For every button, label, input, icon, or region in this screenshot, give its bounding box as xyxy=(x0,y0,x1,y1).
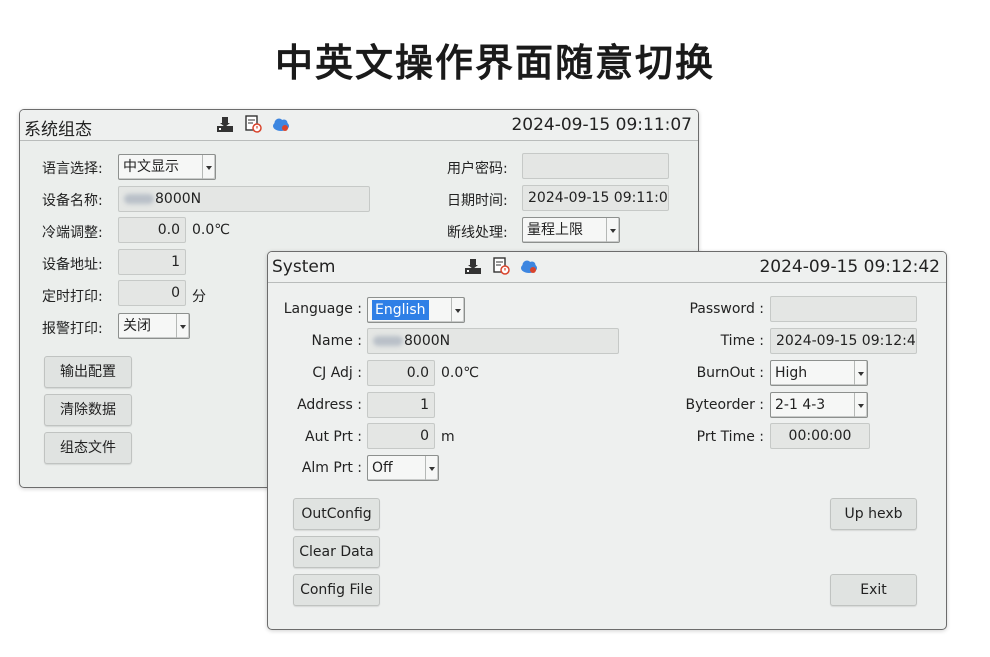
byteorder-label: Byteorder : xyxy=(685,397,765,413)
out-config-button[interactable]: OutConfig xyxy=(293,498,380,530)
redacted-blur xyxy=(373,336,403,346)
prt-time-field[interactable]: 00:00:00 xyxy=(770,423,870,449)
language-select[interactable]: English xyxy=(367,297,465,323)
timer-print-unit: 分 xyxy=(192,289,206,305)
alarm-print-label: 报警打印: xyxy=(42,321,103,337)
timer-print-label: 定时打印: xyxy=(42,289,103,305)
window-title: System xyxy=(272,257,336,277)
time-label: Time : xyxy=(720,333,764,349)
status-icons xyxy=(215,115,294,135)
config-file-button[interactable]: 组态文件 xyxy=(44,432,132,464)
status-icons xyxy=(463,257,542,277)
aut-prt-field[interactable]: 0 xyxy=(367,423,435,449)
burnout-label: BurnOut : xyxy=(696,365,764,381)
chevron-down-icon xyxy=(202,155,215,179)
language-label: Language : xyxy=(283,301,362,317)
alm-prt-select[interactable]: Off xyxy=(367,455,439,481)
cloud-icon xyxy=(273,118,290,131)
time-field[interactable]: 2024-09-15 09:12:42 xyxy=(770,328,917,354)
clear-data-button[interactable]: 清除数据 xyxy=(44,394,132,426)
cloud-icon xyxy=(521,260,538,273)
timer-print-field[interactable]: 0 xyxy=(118,280,186,306)
burnout-label: 断线处理: xyxy=(447,225,508,241)
address-field[interactable]: 1 xyxy=(118,249,186,275)
device-name-field[interactable]: 8000N xyxy=(118,186,370,212)
cj-adjust-field[interactable]: 0.0 xyxy=(367,360,435,386)
alarm-print-select[interactable]: 关闭 xyxy=(118,313,190,339)
alm-prt-label: Alm Prt : xyxy=(301,460,362,476)
address-label: Address : xyxy=(297,397,362,413)
address-field[interactable]: 1 xyxy=(367,392,435,418)
prt-time-label: Prt Time : xyxy=(696,429,764,445)
config-file-button[interactable]: Config File xyxy=(293,574,380,606)
cj-adjust-field[interactable]: 0.0 xyxy=(118,217,186,243)
chevron-down-icon xyxy=(425,456,438,480)
datetime-label: 日期时间: xyxy=(447,193,508,209)
window-title: 系统组态 xyxy=(24,120,92,140)
chevron-down-icon xyxy=(451,298,464,322)
exit-button[interactable]: Exit xyxy=(830,574,917,606)
chevron-down-icon xyxy=(854,361,867,385)
document-icon xyxy=(245,115,262,133)
device-name-label: 设备名称: xyxy=(42,193,103,209)
english-system-panel: System 2024-09-15 09:12:42 Language: En… xyxy=(267,251,947,630)
aut-prt-unit: m xyxy=(441,429,455,445)
chevron-down-icon xyxy=(854,393,867,417)
name-label: Name : xyxy=(311,333,362,349)
title-bar: 系统组态 2024-09-15 09:11:07 xyxy=(20,110,698,141)
headline: 中英文操作界面随意切换 xyxy=(274,41,715,85)
language-select[interactable]: 中文显示 xyxy=(118,154,216,180)
cj-adjust-unit: 0.0℃ xyxy=(441,365,479,381)
title-datetime: 2024-09-15 09:12:42 xyxy=(759,257,940,277)
cj-adjust-label: 冷端调整: xyxy=(42,225,103,241)
password-field[interactable] xyxy=(522,153,669,179)
redacted-blur xyxy=(124,194,154,204)
up-hexb-button[interactable]: Up hexb xyxy=(830,498,917,530)
password-label: Password : xyxy=(689,301,764,317)
name-field[interactable]: 8000N xyxy=(367,328,619,354)
burnout-select[interactable]: High xyxy=(770,360,868,386)
language-label: 语言选择: xyxy=(42,161,103,177)
address-label: 设备地址: xyxy=(42,257,103,273)
datetime-field[interactable]: 2024-09-15 09:11:07 xyxy=(522,185,669,211)
password-label: 用户密码: xyxy=(447,161,508,177)
cj-adjust-unit: 0.0℃ xyxy=(192,222,230,238)
out-config-button[interactable]: 输出配置 xyxy=(44,356,132,388)
burnout-select[interactable]: 量程上限 xyxy=(522,217,620,243)
title-datetime: 2024-09-15 09:11:07 xyxy=(511,115,692,135)
clear-data-button[interactable]: Clear Data xyxy=(293,536,380,568)
password-field[interactable] xyxy=(770,296,917,322)
aut-prt-label: Aut Prt : xyxy=(305,429,362,445)
chevron-down-icon xyxy=(176,314,189,338)
usb-drive-icon xyxy=(465,259,481,274)
chevron-down-icon xyxy=(606,218,619,242)
usb-drive-icon xyxy=(217,117,233,132)
title-bar: System 2024-09-15 09:12:42 xyxy=(268,252,946,283)
byteorder-select[interactable]: 2-1 4-3 xyxy=(770,392,868,418)
cj-adjust-label: CJ Adj : xyxy=(312,365,362,381)
document-icon xyxy=(493,257,510,275)
